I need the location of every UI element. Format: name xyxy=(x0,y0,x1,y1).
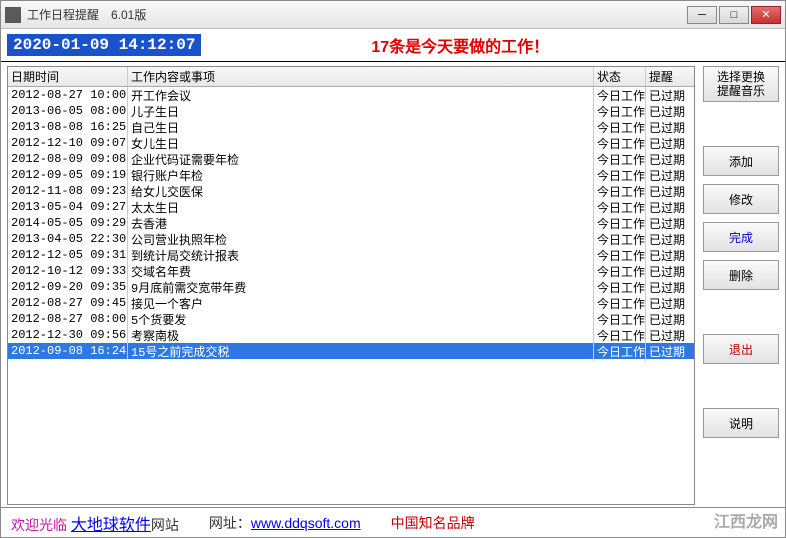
sidebar: 选择更换 提醒音乐 添加 修改 完成 删除 退出 说明 xyxy=(703,66,779,505)
footer-mid: 网址：www.ddqsoft.com xyxy=(209,513,361,533)
current-datetime: 2020-01-09 14:12:07 xyxy=(7,34,201,56)
site-word: 网站 xyxy=(151,517,179,533)
modify-button[interactable]: 修改 xyxy=(703,184,779,214)
add-button[interactable]: 添加 xyxy=(703,146,779,176)
table-body[interactable]: 2012-08-27 10:00:00开工作会议今日工作已过期2013-06-0… xyxy=(8,87,694,504)
cell-datetime: 2012-09-08 16:24:52 xyxy=(8,343,128,359)
cell-datetime: 2012-08-27 09:45:45 xyxy=(8,295,128,311)
col-status[interactable]: 状态 xyxy=(594,67,646,86)
cell-datetime: 2012-08-09 09:08:25 xyxy=(8,151,128,167)
cell-datetime: 2013-05-04 09:27:45 xyxy=(8,199,128,215)
table-row[interactable]: 2012-09-08 16:24:5215号之前完成交税今日工作已过期 xyxy=(8,343,694,359)
close-button[interactable]: ✕ xyxy=(751,6,781,24)
minimize-button[interactable]: ─ xyxy=(687,6,717,24)
select-music-button[interactable]: 选择更换 提醒音乐 xyxy=(703,66,779,102)
cell-datetime: 2012-12-30 09:56:39 xyxy=(8,327,128,343)
cell-datetime: 2013-04-05 22:30:53 xyxy=(8,231,128,247)
table-header: 日期时间 工作内容或事项 状态 提醒 xyxy=(8,67,694,87)
banner-text: 17条是今天要做的工作！ xyxy=(201,33,719,57)
app-icon xyxy=(5,7,21,23)
cell-remind: 已过期 xyxy=(646,342,694,361)
col-content[interactable]: 工作内容或事项 xyxy=(128,67,594,86)
complete-button[interactable]: 完成 xyxy=(703,222,779,252)
brand-text: 中国知名品牌 xyxy=(391,513,475,533)
cell-content: 15号之前完成交税 xyxy=(128,342,594,361)
cell-datetime: 2014-05-05 09:29:01 xyxy=(8,215,128,231)
app-window: 工作日程提醒 6.01版 ─ □ ✕ 2020-01-09 14:12:07 1… xyxy=(0,0,786,538)
footer: 欢迎光临 大地球软件网站 网址：www.ddqsoft.com 中国知名品牌 xyxy=(1,507,785,537)
cell-datetime: 2013-06-05 08:00:00 xyxy=(8,103,128,119)
url-label: 网址： xyxy=(209,515,251,531)
cell-datetime: 2012-10-12 09:33:42 xyxy=(8,263,128,279)
cell-datetime: 2012-09-05 09:19:19 xyxy=(8,167,128,183)
site-link[interactable]: 大地球软件 xyxy=(71,517,151,534)
col-remind[interactable]: 提醒 xyxy=(646,67,694,86)
main-area: 日期时间 工作内容或事项 状态 提醒 2012-08-27 10:00:00开工… xyxy=(1,62,785,507)
help-button[interactable]: 说明 xyxy=(703,408,779,438)
window-title: 工作日程提醒 6.01版 xyxy=(27,6,685,23)
cell-datetime: 2012-11-08 09:23:28 xyxy=(8,183,128,199)
cell-datetime: 2013-08-08 16:25:11 xyxy=(8,119,128,135)
footer-left: 欢迎光临 大地球软件网站 xyxy=(11,511,179,535)
cell-status: 今日工作 xyxy=(594,342,646,361)
cell-datetime: 2012-12-05 09:31:48 xyxy=(8,247,128,263)
top-line: 2020-01-09 14:12:07 17条是今天要做的工作！ xyxy=(1,29,785,62)
cell-datetime: 2012-12-10 09:07:39 xyxy=(8,135,128,151)
schedule-table: 日期时间 工作内容或事项 状态 提醒 2012-08-27 10:00:00开工… xyxy=(7,66,695,505)
url-link[interactable]: www.ddqsoft.com xyxy=(251,515,361,531)
col-datetime[interactable]: 日期时间 xyxy=(8,67,128,86)
maximize-button[interactable]: □ xyxy=(719,6,749,24)
delete-button[interactable]: 删除 xyxy=(703,260,779,290)
cell-datetime: 2012-09-20 09:35:57 xyxy=(8,279,128,295)
cell-datetime: 2012-08-27 10:00:00 xyxy=(8,87,128,103)
welcome-text: 欢迎光临 xyxy=(11,517,67,533)
cell-datetime: 2012-08-27 08:00:29 xyxy=(8,311,128,327)
exit-button[interactable]: 退出 xyxy=(703,334,779,364)
titlebar[interactable]: 工作日程提醒 6.01版 ─ □ ✕ xyxy=(1,1,785,29)
window-controls: ─ □ ✕ xyxy=(685,6,781,24)
